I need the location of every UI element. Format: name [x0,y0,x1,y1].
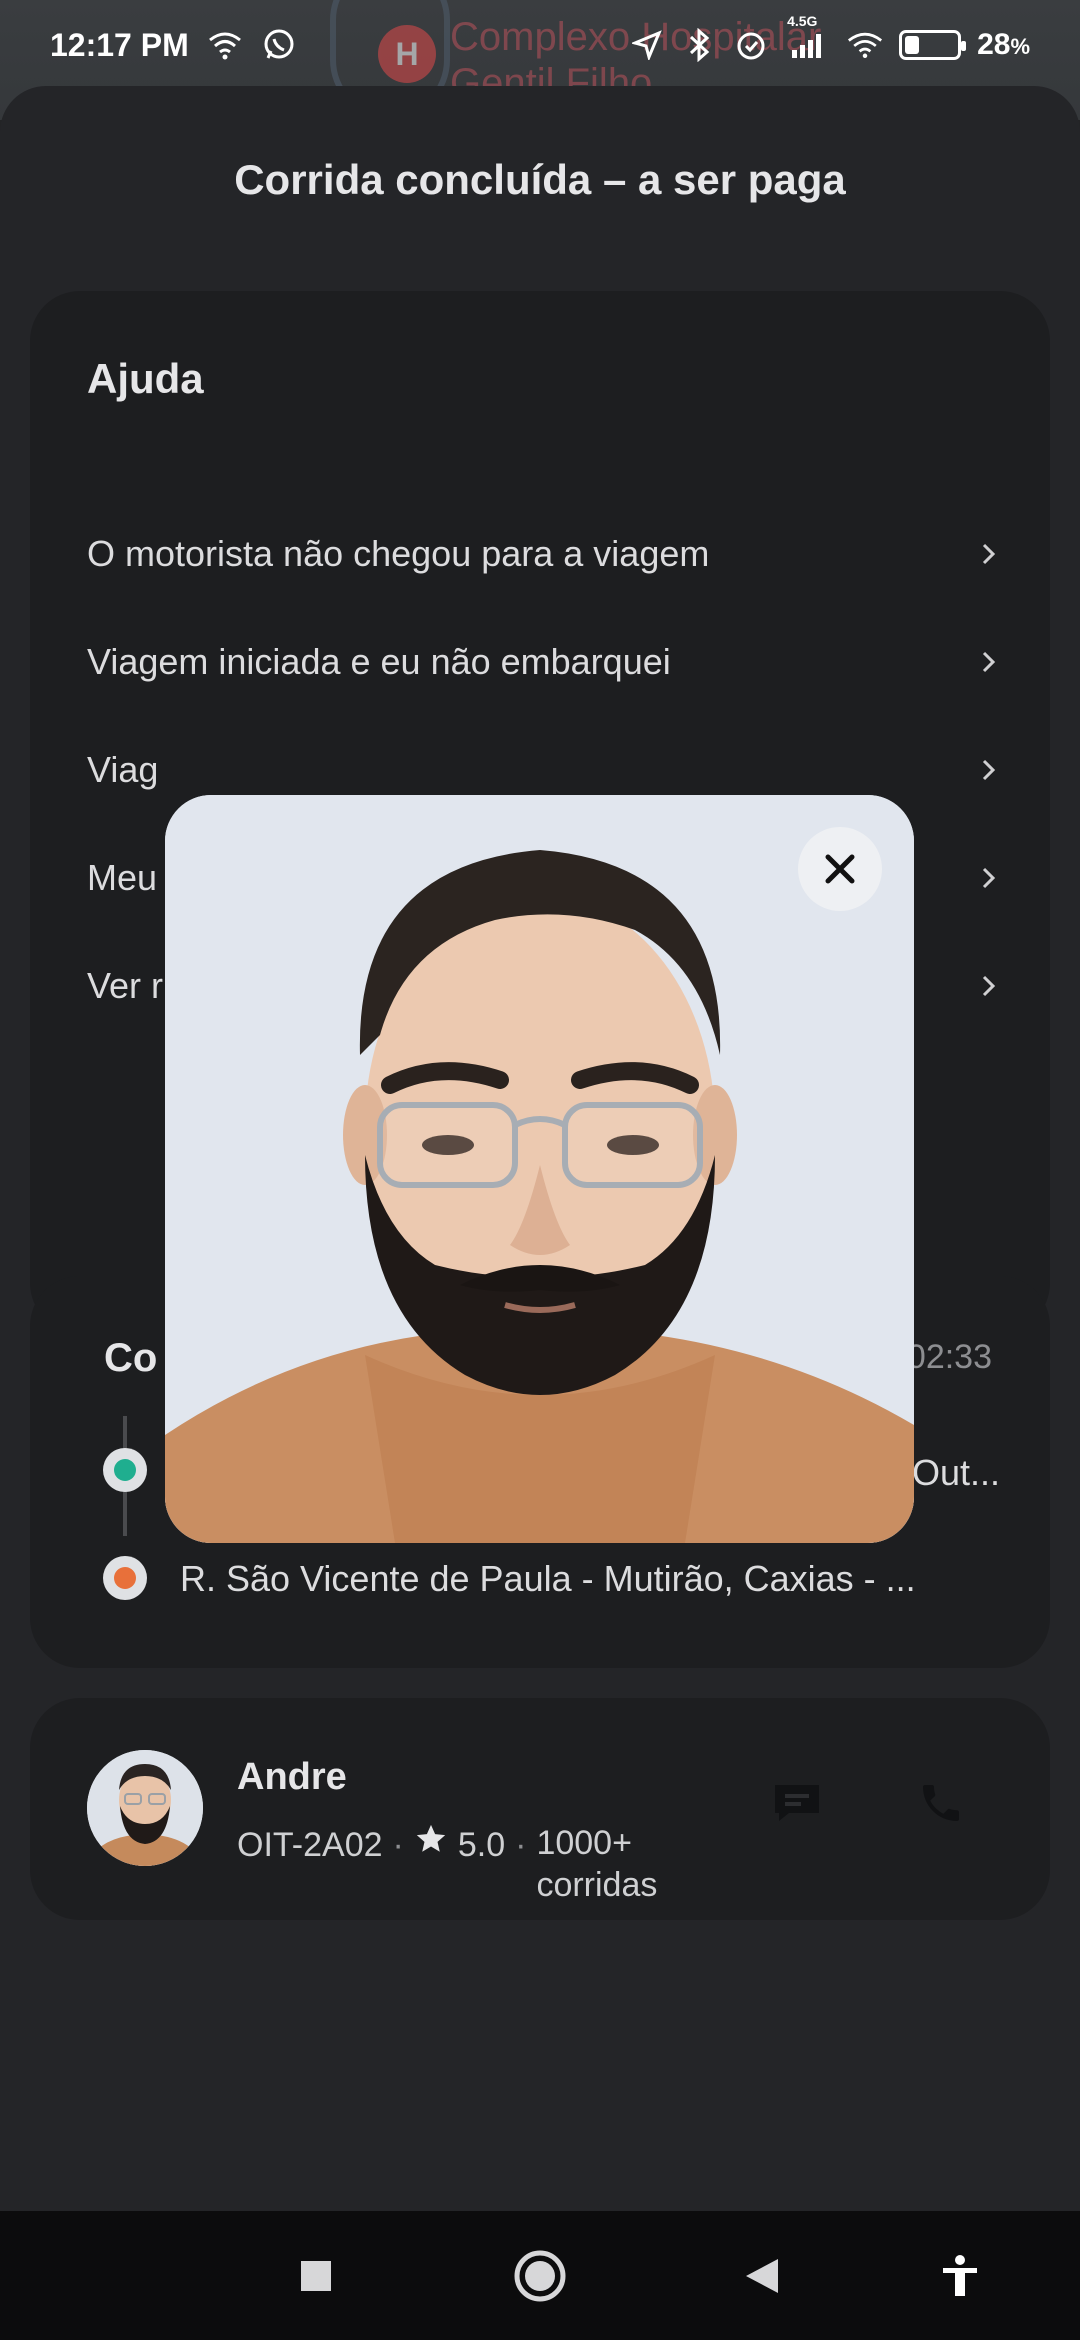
chevron-right-icon [982,543,996,565]
help-item-label: Ver r [87,965,164,1006]
chevron-right-icon [982,651,996,673]
route-time: 02:33 [906,1338,992,1376]
chevron-right-icon [982,759,996,781]
chevron-right-icon [982,975,996,997]
accessibility-icon [943,2255,977,2296]
recents-square-icon [301,2261,331,2291]
message-driver-button[interactable] [752,1758,842,1848]
screen: H Complexo Hospitalar Gentil Filho 12:17… [0,0,1080,2340]
sheet-title: Corrida concluída – a ser paga [234,156,846,203]
back-button[interactable] [727,2241,797,2311]
pickup-dot-icon [103,1448,147,1492]
accessibility-button[interactable] [925,2241,995,2311]
call-driver-button[interactable] [896,1758,986,1848]
close-icon [825,854,855,884]
driver-card[interactable]: Andre OIT-2A02 · 5.0 · 1000+ corridas [30,1698,1050,1920]
driver-meta: OIT-2A02 · 5.0 · 1000+ corridas [237,1824,677,1906]
help-item-label: Viagem iniciada e eu não embarquei [87,641,671,682]
battery-percent: 28% [977,28,1030,61]
meta-separator: · [392,1826,404,1864]
dropoff-address: R. São Vicente de Paula - Mutirão, Caxia… [180,1558,916,1599]
battery-icon [899,30,967,60]
driver-plate: OIT-2A02 [237,1826,383,1864]
back-triangle-icon [746,2259,778,2293]
help-item-label: Viag [87,749,159,790]
wifi-icon [207,27,243,63]
whatsapp-icon [261,27,297,63]
help-item-label: O motorista não chegou para a viagem [87,533,710,574]
dropoff-dot-icon [103,1556,147,1600]
driver-name: Andre [237,1756,347,1798]
status-time: 12:17 PM [50,26,189,63]
route-title: Co [104,1336,158,1380]
signal-icon: 4.5G [785,13,831,63]
help-item-label: Meu [87,857,158,898]
phone-icon [923,1785,959,1821]
message-icon [775,1785,819,1821]
help-item-driver-no-show[interactable]: O motorista não chegou para a viagem [30,499,1050,609]
home-circle-icon [514,2250,566,2302]
home-button[interactable] [505,2241,575,2311]
close-photo-button[interactable] [798,827,882,911]
network-label: 4.5G [787,13,818,29]
recents-button[interactable] [281,2241,351,2311]
driver-photo-modal [165,795,914,1543]
status-bar: 12:17 PM 4.5G 28% [0,0,1080,90]
chevron-right-icon [982,867,996,889]
driver-trips: 1000+ corridas [536,1824,658,1904]
pickup-dot-inner [114,1459,136,1481]
driver-photo [165,795,914,1543]
help-title: Ajuda [87,355,204,402]
help-item-trip-started-not-boarded[interactable]: Viagem iniciada e eu não embarquei [30,607,1050,717]
location-icon [629,27,665,63]
dropoff-dot-inner [114,1567,136,1589]
star-icon [416,1824,446,1852]
meta-separator: · [515,1826,527,1864]
alarm-icon [733,27,769,63]
navigation-bar [0,2211,1080,2340]
wifi-icon [847,27,883,63]
driver-avatar[interactable] [87,1750,203,1866]
bluetooth-icon [681,27,717,63]
driver-rating: 5.0 [457,1826,506,1864]
